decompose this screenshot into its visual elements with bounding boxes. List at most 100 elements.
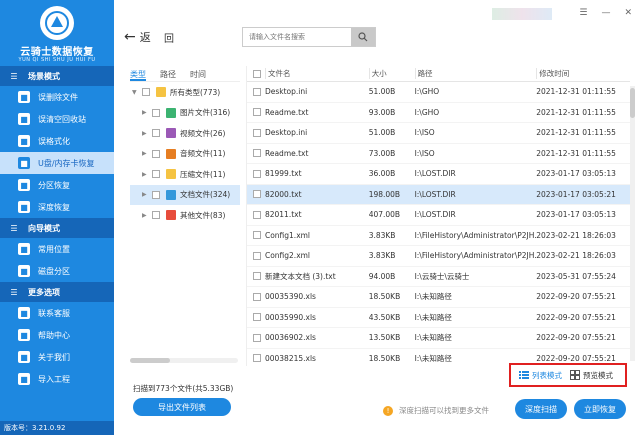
sidebar-item-label: 分区恢复: [38, 180, 70, 190]
collapse-icon[interactable]: ▼: [132, 89, 142, 96]
tab-path[interactable]: 路径: [160, 66, 176, 81]
cell-path: I:\FileHistory\Administrator\P2JH...: [414, 251, 537, 261]
table-row[interactable]: 00035390.xls 18.50KB I:\未知路径 2022-09-20 07:…: [247, 287, 630, 308]
header-size[interactable]: 大小: [368, 68, 415, 79]
tree-item[interactable]: ▶ 视频文件(26): [130, 123, 240, 144]
sidebar-item[interactable]: ■ 误清空回收站: [0, 108, 114, 130]
cell-name: Readme.txt: [264, 107, 309, 117]
file-type-icon: [166, 148, 176, 159]
expand-icon[interactable]: ▶: [142, 109, 152, 116]
row-checkbox[interactable]: [253, 251, 261, 260]
sidebar-item[interactable]: ■ 联系客服: [0, 302, 114, 324]
file-type-icon: [166, 189, 176, 200]
preview-mode-button[interactable]: 预览模式: [570, 370, 613, 381]
cell-time: 2022-09-20 07:55:21: [536, 353, 616, 363]
row-checkbox[interactable]: [253, 87, 261, 96]
sidebar-item[interactable]: ■ 磁盘分区: [0, 260, 114, 282]
table-row[interactable]: 81999.txt 36.00B I:\LOST.DIR 2023-01-17 03:…: [247, 164, 630, 185]
tree-checkbox[interactable]: [152, 211, 160, 220]
tree-item[interactable]: ▶ 音频文件(11): [130, 144, 240, 165]
table-row[interactable]: 82000.txt 198.00B I:\LOST.DIR 2023-01-17 03…: [247, 184, 630, 205]
row-checkbox[interactable]: [253, 190, 261, 199]
tree-checkbox[interactable]: [152, 170, 160, 179]
table-row[interactable]: 00035990.xls 43.50KB I:\未知路径 2022-09-20 07:…: [247, 308, 630, 328]
expand-icon[interactable]: ▶: [142, 130, 152, 137]
row-checkbox[interactable]: [253, 210, 261, 219]
tree-item[interactable]: ▼ 所有类型(773): [130, 82, 240, 103]
search-box: [242, 27, 376, 47]
header-time[interactable]: 修改时间: [536, 68, 630, 79]
close-icon[interactable]: ✕: [624, 8, 632, 18]
file-type-icon: [166, 169, 176, 180]
tree-checkbox[interactable]: [152, 190, 160, 199]
menu-icon[interactable]: ☰: [579, 8, 587, 18]
expand-icon[interactable]: ▶: [142, 171, 152, 178]
sidebar-item[interactable]: ■ U盘/内存卡恢复: [0, 152, 114, 174]
tree-item[interactable]: ▶ 图片文件(316): [130, 103, 240, 124]
logo-title: 云骑士数据恢复: [20, 47, 94, 58]
row-checkbox[interactable]: [253, 272, 261, 281]
sidebar-item[interactable]: ■ 关于我们: [0, 346, 114, 368]
cell-time: 2022-09-20 07:55:21: [536, 333, 616, 343]
sidebar-item[interactable]: ■ 帮助中心: [0, 324, 114, 346]
table-row[interactable]: Desktop.ini 51.00B I:\ISO 2021-12-31 01:11:…: [247, 123, 630, 144]
tree-scrollbar-thumb[interactable]: [130, 358, 170, 363]
sidebar-item[interactable]: ■ 分区恢复: [0, 174, 114, 196]
tree-checkbox[interactable]: [152, 108, 160, 117]
tree-item[interactable]: ▶ 压缩文件(11): [130, 164, 240, 185]
recycle-bin-icon: ■: [18, 113, 30, 125]
tab-type[interactable]: 类型: [130, 66, 146, 81]
tab-time[interactable]: 时间: [190, 66, 206, 81]
cell-path: I:\未知路径: [414, 333, 452, 343]
row-checkbox[interactable]: [253, 354, 261, 363]
table-row[interactable]: Config2.xml 3.83KB I:\FileHistory\Administ…: [247, 246, 630, 267]
row-checkbox[interactable]: [253, 128, 261, 137]
deep-scan-button[interactable]: 深度扫描: [515, 399, 567, 419]
table-row[interactable]: Readme.txt 93.00B I:\GHO 2021-12-31 01:11:5…: [247, 103, 630, 123]
sidebar-item[interactable]: ■ 误格式化: [0, 130, 114, 152]
row-checkbox[interactable]: [253, 313, 261, 322]
sidebar-item[interactable]: ■ 常用位置: [0, 238, 114, 260]
cell-size: 13.50KB: [368, 333, 401, 343]
back-button[interactable]: ← 返: [124, 29, 151, 45]
cell-size: 18.50KB: [368, 353, 401, 363]
home-button[interactable]: 回: [164, 30, 174, 45]
table-scrollbar-thumb[interactable]: [630, 88, 635, 118]
sidebar-item[interactable]: ■ 深度恢复: [0, 196, 114, 218]
format-icon: ■: [18, 135, 30, 147]
row-checkbox[interactable]: [253, 149, 261, 158]
tree-checkbox[interactable]: [152, 129, 160, 138]
search-input[interactable]: [243, 28, 351, 46]
tree-checkbox[interactable]: [142, 88, 150, 97]
header-name[interactable]: 文件名: [264, 68, 369, 79]
sidebar-item[interactable]: ■ 误删除文件: [0, 86, 114, 108]
header-path[interactable]: 路径: [414, 68, 537, 79]
list-mode-label: 列表模式: [532, 370, 562, 380]
table-row[interactable]: Config1.xml 3.83KB I:\FileHistory\Administ…: [247, 226, 630, 246]
list-mode-button[interactable]: 列表模式: [519, 370, 562, 381]
table-row[interactable]: Desktop.ini 51.00B I:\GHO 2021-12-31 01:11:…: [247, 82, 630, 103]
sidebar-item[interactable]: ■ 导入工程: [0, 368, 114, 390]
row-checkbox[interactable]: [253, 108, 261, 117]
table-row[interactable]: 82011.txt 407.00B I:\LOST.DIR 2023-01-17 03…: [247, 205, 630, 226]
cell-time: 2023-01-17 03:05:13: [536, 169, 616, 179]
row-checkbox[interactable]: [253, 169, 261, 178]
expand-icon[interactable]: ▶: [142, 191, 152, 198]
table-scrollbar[interactable]: [630, 86, 635, 361]
search-button[interactable]: [351, 28, 375, 46]
expand-icon[interactable]: ▶: [142, 212, 152, 219]
row-checkbox[interactable]: [253, 231, 261, 240]
table-row[interactable]: 新建文本文档 (3).txt 94.00B I:\云骑士\云骑士 2023-05-31…: [247, 267, 630, 287]
recover-button[interactable]: 立即恢复: [574, 399, 626, 419]
export-list-button[interactable]: 导出文件列表: [133, 398, 231, 416]
row-checkbox[interactable]: [253, 333, 261, 342]
tree-checkbox[interactable]: [152, 149, 160, 158]
select-all-checkbox[interactable]: [253, 69, 261, 78]
tree-item[interactable]: ▶ 其他文件(83): [130, 205, 240, 226]
minimize-icon[interactable]: —: [601, 8, 610, 18]
tree-item[interactable]: ▶ 文档文件(324): [130, 184, 240, 205]
table-row[interactable]: 00036902.xls 13.50KB I:\未知路径 2022-09-20 07:…: [247, 328, 630, 349]
table-row[interactable]: Readme.txt 73.00B I:\ISO 2021-12-31 01:11:5…: [247, 144, 630, 164]
row-checkbox[interactable]: [253, 292, 261, 301]
expand-icon[interactable]: ▶: [142, 150, 152, 157]
